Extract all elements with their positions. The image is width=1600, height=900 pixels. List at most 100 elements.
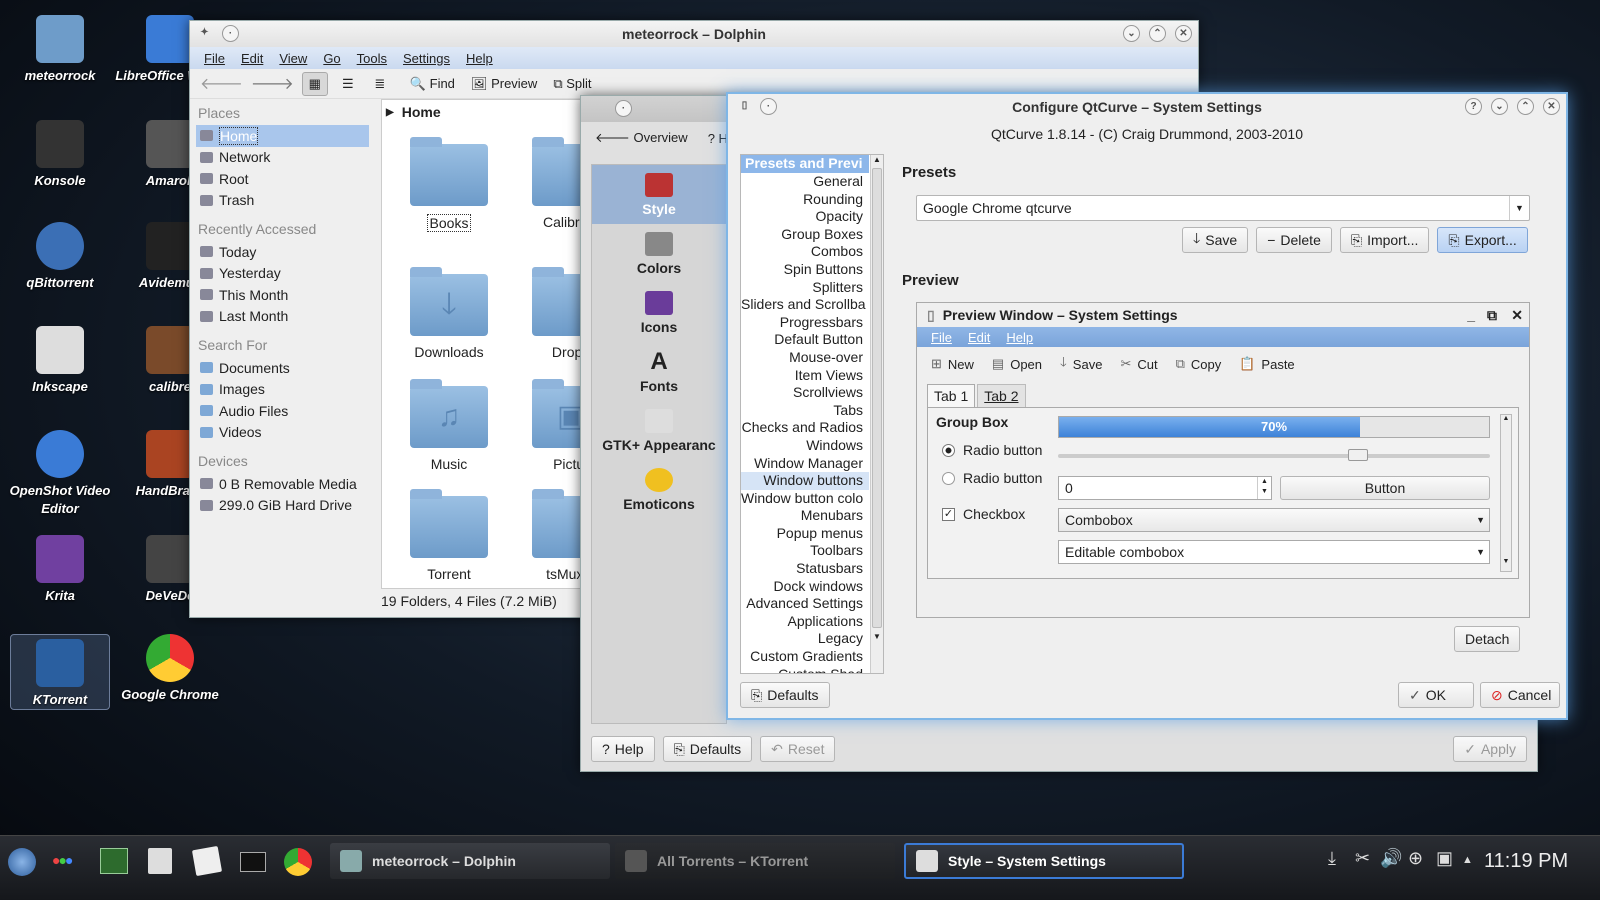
category-item[interactable]: Splitters [741,279,869,297]
window-menu-icon[interactable]: ▯ [736,98,753,115]
places-item[interactable]: Network [190,147,375,169]
dolphin-titlebar[interactable]: ✦ · meteorrock – Dolphin ⌄ ⌃ ✕ [190,21,1198,47]
ok-button[interactable]: ✓ OK [1398,682,1474,708]
preview-menu-edit[interactable]: Edit [960,330,998,345]
module-style[interactable]: Style [592,165,726,224]
restore-icon[interactable]: ⧉ [1487,307,1497,324]
module-gtk[interactable]: GTK+ Appearanc [592,401,726,460]
preview-toolbar-cut[interactable]: ✂ Cut [1120,356,1157,372]
category-item[interactable]: Advanced Settings [741,595,869,613]
minimize-icon[interactable]: ⌄ [1123,25,1140,42]
desktop-icon[interactable]: Krita [5,535,115,605]
category-item[interactable]: Dock windows [741,578,869,596]
help-icon[interactable]: ? [1465,98,1482,115]
scissors-icon[interactable]: ✂ [1355,848,1370,869]
import-button[interactable]: ⎘ Import... [1339,227,1430,253]
download-icon[interactable]: ⤓ [1328,848,1336,869]
places-item[interactable]: This Month [190,284,375,306]
icons-view-icon[interactable]: ▦ [301,71,328,96]
back-arrow-icon[interactable]: 🡐 [200,73,243,94]
preview-menu-file[interactable]: File [923,330,960,345]
menu-file[interactable]: File [196,51,233,66]
clock[interactable]: 11:19 PM [1484,850,1568,873]
spin-arrows-icon[interactable]: ▲ ▼ [1257,477,1271,499]
detach-button[interactable]: Detach [1454,626,1521,652]
desktop-icon[interactable]: Inkscape [5,326,115,396]
category-item[interactable]: Spin Buttons [741,261,869,279]
desktop-icon[interactable]: Konsole [5,120,115,190]
category-item[interactable]: Scrollviews [741,384,869,402]
kde-menu-icon[interactable] [8,848,36,876]
category-item[interactable]: Tabs [741,402,869,420]
category-item[interactable]: Custom Shad [741,666,869,673]
file-item[interactable]: 🡓 Downloads [394,267,504,360]
places-item[interactable]: Today [190,241,375,263]
slider[interactable] [1058,449,1490,461]
editable-combobox[interactable]: Editable combobox ▼ [1058,540,1490,564]
menu-tools[interactable]: Tools [349,51,395,66]
category-item[interactable]: Windows [741,437,869,455]
calculator-icon[interactable] [148,848,172,874]
compact-view-icon[interactable]: ≣ [368,76,392,92]
menu-help[interactable]: Help [458,51,501,66]
apply-button[interactable]: ✓ Apply [1453,736,1527,762]
desktop-icon[interactable]: KTorrent [10,634,110,710]
category-item[interactable]: Custom Gradients [741,648,869,666]
menu-view[interactable]: View [271,51,315,66]
desktop-icon[interactable]: meteorrock [5,15,115,85]
places-item[interactable]: Videos [190,422,375,444]
pin-icon[interactable]: · [615,100,632,117]
radio-button-1[interactable]: Radio button [942,442,1042,458]
terminal-icon[interactable] [240,852,266,872]
category-item[interactable]: Menubars [741,507,869,525]
close-icon[interactable]: ✕ [1543,98,1560,115]
pin-icon[interactable]: · [760,98,777,115]
radio-button-2[interactable]: Radio button [942,470,1042,486]
maximize-icon[interactable]: ⌃ [1517,98,1534,115]
task-button[interactable]: Style – System Settings [904,843,1184,879]
category-item[interactable]: Window Manager [741,455,869,473]
close-icon[interactable]: ✕ [1511,307,1523,324]
category-item[interactable]: Opacity [741,208,869,226]
preview-scrollbar[interactable]: ▲ ▼ [1500,414,1512,572]
minimize-icon[interactable]: _ [1467,307,1475,323]
places-item[interactable]: Last Month [190,306,375,328]
spin-box[interactable]: 0 ▲ ▼ [1058,476,1272,500]
category-item[interactable]: Applications [741,613,869,631]
overview-button[interactable]: 🡐 Overview [595,130,688,146]
category-item[interactable]: Default Button [741,331,869,349]
category-scrollbar[interactable]: ▲ ▼ [870,155,883,673]
chrome-launcher-icon[interactable] [284,848,312,876]
notes-icon[interactable] [191,845,223,877]
places-item[interactable]: 299.0 GiB Hard Drive [190,495,375,517]
category-item[interactable]: Group Boxes [741,226,869,244]
category-item[interactable]: Sliders and Scrollba [741,296,869,314]
module-colors[interactable]: Colors [592,224,726,283]
defaults-button[interactable]: ⎘ Defaults [662,736,753,762]
forward-arrow-icon[interactable]: 🡒 [251,73,294,94]
combobox[interactable]: Combobox ▼ [1058,508,1490,532]
cancel-button[interactable]: ⊘ Cancel [1480,682,1560,708]
maximize-icon[interactable]: ⌃ [1149,25,1166,42]
file-item[interactable]: Torrent [394,489,504,582]
category-item[interactable]: Progressbars [741,314,869,332]
module-fonts[interactable]: A Fonts [592,342,726,401]
category-item[interactable]: Item Views [741,367,869,385]
window-menu-icon[interactable]: ✦ [196,25,213,42]
places-item[interactable]: Audio Files [190,400,375,422]
category-item[interactable]: Legacy [741,630,869,648]
places-item[interactable]: Home [196,125,369,147]
category-item[interactable]: Statusbars [741,560,869,578]
qtcurve-titlebar[interactable]: ▯ · Configure QtCurve – System Settings … [728,94,1566,120]
find-button[interactable]: 🔍 Find [410,76,455,92]
split-button[interactable]: ⧉ Split [553,76,591,92]
close-icon[interactable]: ✕ [1175,25,1192,42]
checkbox[interactable]: ✓ Checkbox [942,506,1025,522]
details-view-icon[interactable]: ☰ [336,76,360,92]
places-item[interactable]: 0 B Removable Media [190,473,375,495]
file-item[interactable]: ♫ Music [394,379,504,472]
places-item[interactable]: Yesterday [190,263,375,285]
expand-tray-icon[interactable]: ▲ [1462,854,1473,866]
category-item[interactable]: Window button colo [741,490,869,508]
network-icon[interactable]: ⊕ [1408,848,1423,869]
